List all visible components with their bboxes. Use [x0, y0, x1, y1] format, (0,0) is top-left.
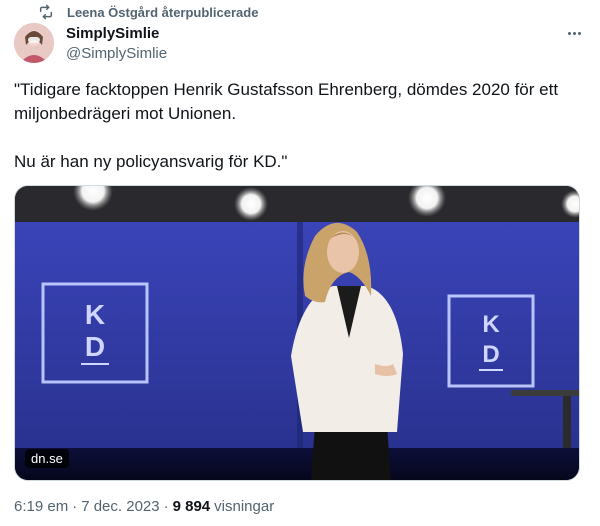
avatar[interactable]: [14, 23, 54, 63]
tweet-text: "Tidigare facktoppen Henrik Gustafsson E…: [14, 80, 559, 171]
meta-separator: ·: [163, 498, 169, 515]
author-handle[interactable]: @SimplySimlie: [66, 44, 167, 63]
svg-text:D: D: [85, 331, 105, 362]
tweet-meta: 6:19 em · 7 dec. 2023 · 9 894 visningar: [14, 498, 274, 515]
media-domain-badge: dn.se: [25, 449, 69, 468]
repost-icon: [38, 4, 54, 20]
tweet-media-image[interactable]: K D K D dn.se: [14, 185, 580, 481]
svg-text:D: D: [482, 341, 499, 368]
meta-separator: ·: [72, 498, 78, 515]
tweet-header: SimplySimlie @SimplySimlie: [14, 22, 584, 66]
svg-text:K: K: [85, 299, 105, 330]
repost-text[interactable]: Leena Östgård återpublicerade: [67, 5, 258, 20]
stage-spotlight: [234, 187, 268, 221]
svg-text:K: K: [482, 311, 500, 338]
tweet-date[interactable]: 7 dec. 2023: [81, 498, 159, 515]
more-options-icon[interactable]: [564, 24, 584, 42]
views-count: 9 894: [172, 498, 211, 515]
views-label: visningar: [214, 498, 275, 515]
tweet-time[interactable]: 6:19 em: [14, 498, 68, 515]
author-display-name[interactable]: SimplySimlie: [66, 24, 167, 43]
repost-indicator: Leena Östgård återpublicerade: [38, 4, 258, 20]
author-names: SimplySimlie @SimplySimlie: [66, 24, 167, 63]
